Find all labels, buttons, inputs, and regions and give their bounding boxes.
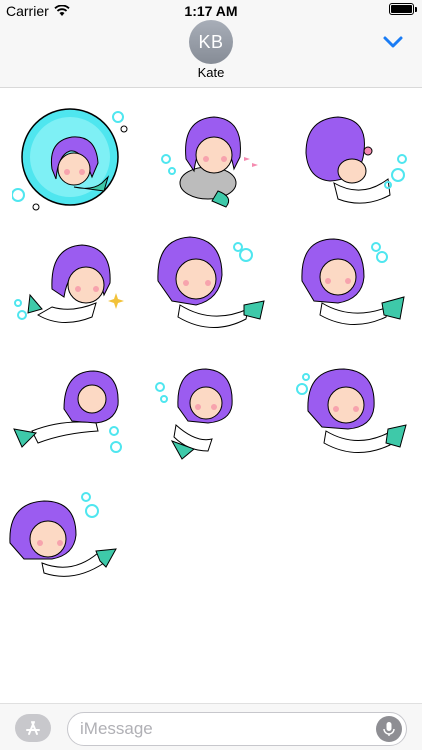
battery-fill <box>391 5 412 13</box>
chevron-down-icon[interactable] <box>382 34 404 50</box>
avatar-initials: KB <box>198 31 224 52</box>
battery-icon <box>389 3 417 15</box>
contact-avatar[interactable]: KB <box>189 20 233 64</box>
sticker-mermaid-cheek[interactable] <box>292 229 412 349</box>
sticker-mermaid-holding-shell[interactable] <box>292 99 412 219</box>
sticker-mermaid-on-rock[interactable] <box>152 99 272 219</box>
status-time: 1:17 AM <box>184 3 238 19</box>
message-field[interactable] <box>67 712 407 746</box>
sticker-mermaid-small[interactable] <box>152 359 272 479</box>
app-store-icon <box>26 721 40 735</box>
sticker-mermaid-sparkles[interactable] <box>12 229 132 349</box>
sticker-mermaid-curious[interactable] <box>292 359 412 479</box>
contact-name[interactable]: Kate <box>0 65 422 80</box>
sticker-mermaid-praying[interactable] <box>152 229 272 349</box>
status-bar: Carrier 1:17 AM <box>0 0 422 22</box>
microphone-icon <box>383 722 395 736</box>
message-input[interactable] <box>80 713 360 745</box>
microphone-button[interactable] <box>376 716 402 742</box>
app-store-button[interactable] <box>15 714 51 742</box>
sticker-mermaid-lying[interactable] <box>12 359 132 479</box>
sticker-mermaid-in-bubble[interactable] <box>12 99 132 219</box>
message-input-bar <box>0 703 422 750</box>
sticker-grid <box>0 89 422 703</box>
sticker-mermaid-swimming[interactable] <box>6 489 126 609</box>
